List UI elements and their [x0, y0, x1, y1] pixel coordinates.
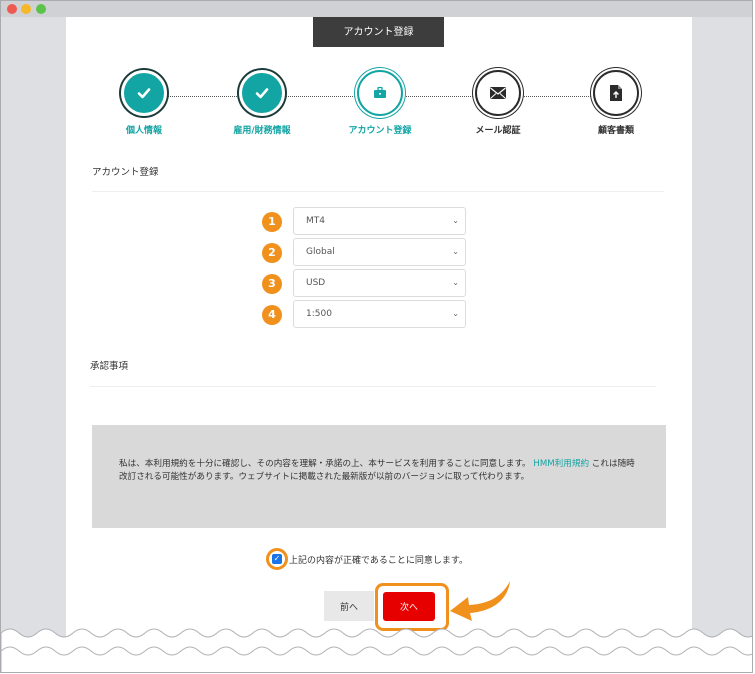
terms-link[interactable]: HMM利用規約 [533, 459, 589, 469]
pointer-arrow-icon [450, 581, 510, 621]
step-account-registration: アカウント登録 [340, 70, 420, 136]
chevron-down-icon: ⌄ [452, 309, 459, 318]
step-number-badge: 4 [262, 305, 282, 325]
envelope-icon [490, 87, 506, 99]
approval-section-heading: 承認事項 [90, 361, 129, 372]
step-label: 個人情報 [125, 126, 162, 136]
page-title: アカウント登録 [313, 17, 444, 47]
check-icon [137, 88, 151, 99]
select-value: USD [306, 278, 326, 288]
step-label: 雇用/財務情報 [233, 126, 291, 136]
briefcase-icon [374, 86, 386, 98]
next-button[interactable]: 次へ [383, 592, 435, 621]
divider [92, 191, 664, 192]
torn-edge [1, 628, 752, 672]
currency-select[interactable]: USD ⌄ [293, 269, 466, 297]
terms-text: 私は、本利用規約を十分に確認し、その内容を理解・承諾の上、本サービスを利用するこ… [119, 459, 531, 469]
prev-button[interactable]: 前へ [324, 591, 374, 621]
chevron-down-icon: ⌄ [452, 216, 459, 225]
step-label: アカウント登録 [348, 126, 412, 136]
window-titlebar [1, 1, 752, 17]
window-minimize-button[interactable] [21, 4, 31, 14]
platform-select[interactable]: MT4 ⌄ [293, 207, 466, 235]
agree-label: 上記の内容が正確であることに同意します。 [289, 555, 469, 566]
step-personal-info: 個人情報 [104, 70, 184, 136]
step-client-documents: 顧客書類 [576, 70, 656, 136]
chevron-down-icon: ⌄ [452, 247, 459, 256]
select-value: 1:500 [306, 309, 332, 319]
step-circle [239, 70, 285, 116]
window-close-button[interactable] [7, 4, 17, 14]
step-number-badge: 1 [262, 212, 282, 232]
window-maximize-button[interactable] [36, 4, 46, 14]
browser-window: アカウント登録 個人情報 雇用/財務情報 アカウント登録 メール認証 顧客書類 … [0, 0, 753, 673]
registration-page: アカウント登録 個人情報 雇用/財務情報 アカウント登録 メール認証 顧客書類 … [66, 17, 692, 672]
account-section-heading: アカウント登録 [92, 167, 159, 178]
step-number-badge: 2 [262, 243, 282, 263]
select-value: Global [306, 247, 335, 257]
step-number-badge: 3 [262, 274, 282, 294]
select-value: MT4 [306, 216, 325, 226]
chevron-down-icon: ⌄ [452, 278, 459, 287]
document-upload-icon [610, 85, 622, 101]
step-circle [121, 70, 167, 116]
step-circle [475, 70, 521, 116]
account-type-select[interactable]: Global ⌄ [293, 238, 466, 266]
step-label: メール認証 [475, 126, 521, 136]
step-email-verification: メール認証 [458, 70, 538, 136]
check-icon [255, 88, 269, 99]
agree-checkbox[interactable]: ✓ [272, 554, 282, 564]
step-label: 顧客書類 [597, 126, 634, 136]
step-employment-finance: 雇用/財務情報 [222, 70, 302, 136]
agree-checkbox-highlight: ✓ [266, 548, 288, 570]
step-circle [593, 70, 639, 116]
divider [90, 386, 656, 387]
agree-row: ✓ 上記の内容が正確であることに同意します。 [266, 547, 468, 571]
step-circle [357, 70, 403, 116]
leverage-select[interactable]: 1:500 ⌄ [293, 300, 466, 328]
terms-box: 私は、本利用規約を十分に確認し、その内容を理解・承諾の上、本サービスを利用するこ… [92, 425, 666, 528]
